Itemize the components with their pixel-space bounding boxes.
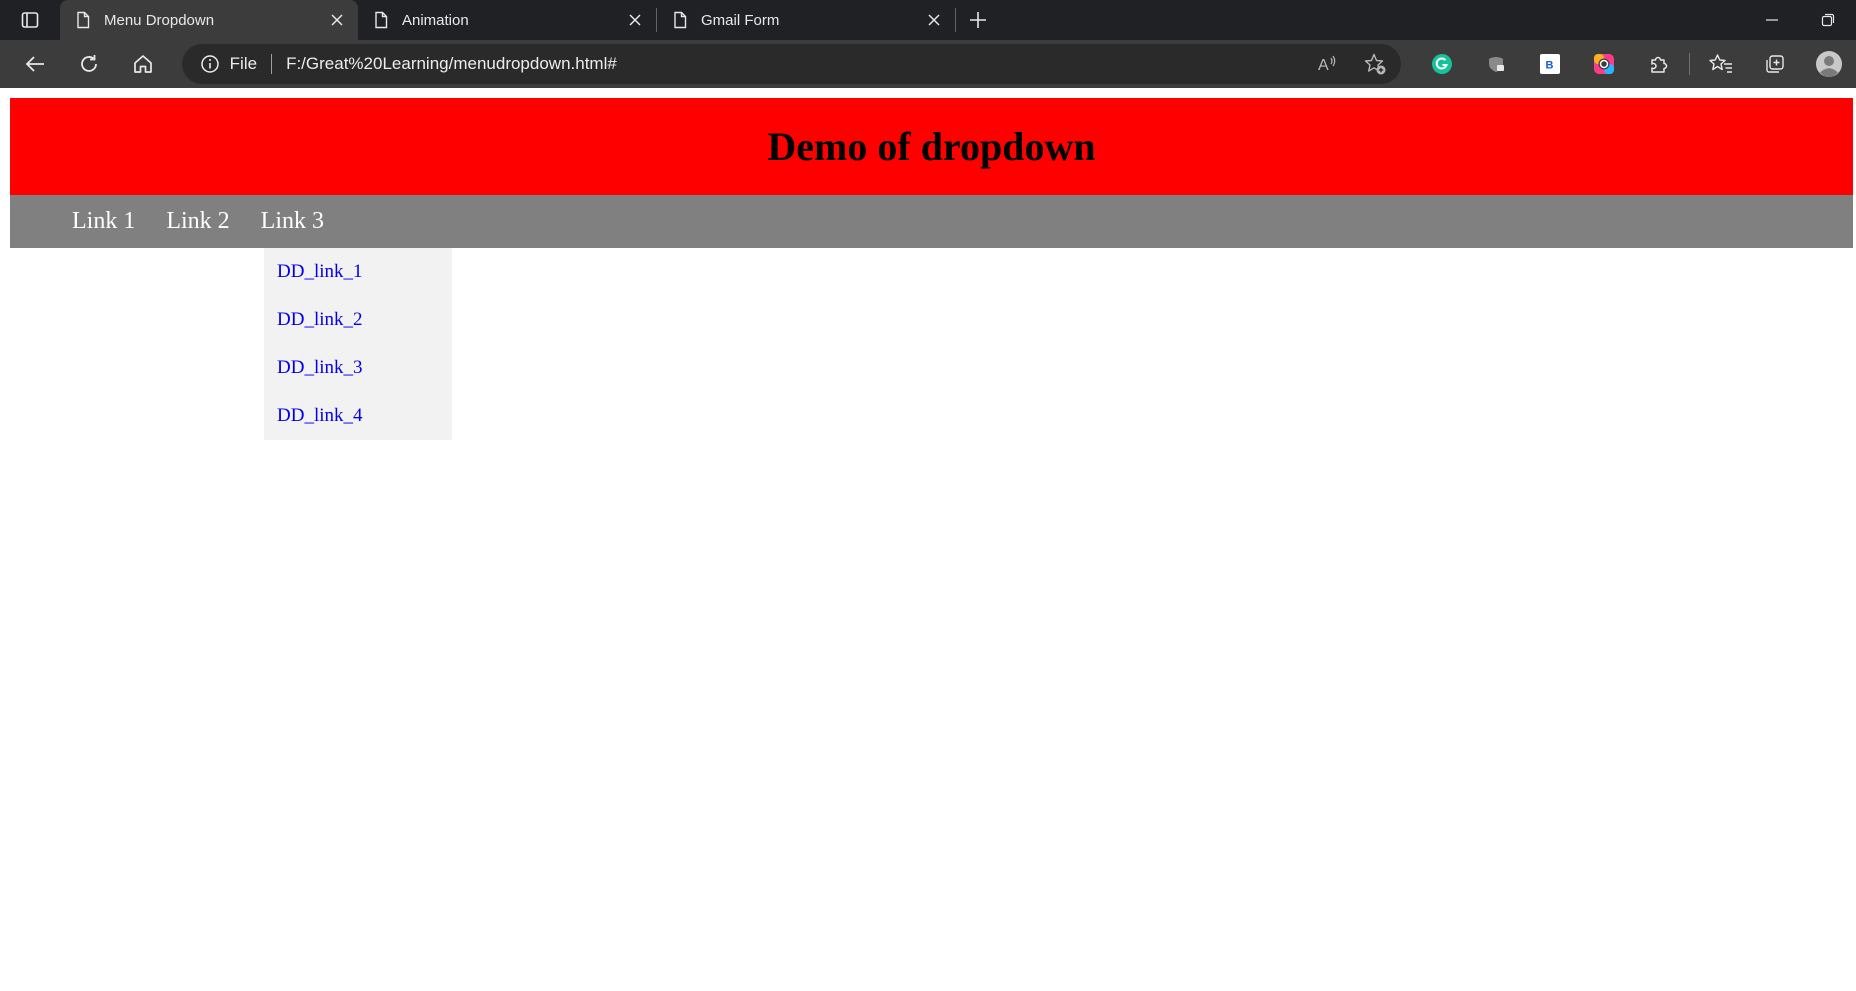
- close-tab-icon[interactable]: [626, 11, 644, 29]
- nav-link-2[interactable]: Link 2: [166, 208, 229, 235]
- dropdown-link-3[interactable]: DD_link_3: [264, 356, 452, 404]
- add-favorite-icon[interactable]: [1361, 50, 1389, 78]
- collections-button[interactable]: [1748, 44, 1802, 84]
- bitwarden-icon: B: [1539, 54, 1560, 74]
- back-arrow-icon: [25, 56, 44, 72]
- bitwarden-extension[interactable]: B: [1523, 44, 1577, 84]
- extensions-area: B: [1415, 44, 1856, 84]
- svg-text:B: B: [1545, 60, 1553, 72]
- close-tab-icon[interactable]: [328, 11, 346, 29]
- tab-animation[interactable]: Animation: [358, 0, 656, 40]
- page-icon: [375, 11, 388, 29]
- page-viewport: Demo of dropdown Link 1 Link 2 Link 3 DD…: [0, 88, 1856, 991]
- tab-title: Animation: [402, 11, 469, 29]
- restore-button[interactable]: [1800, 0, 1856, 40]
- dropdown-link-4[interactable]: DD_link_4: [264, 404, 452, 452]
- nav-link-1[interactable]: Link 1: [72, 208, 135, 235]
- minimize-icon: [1766, 19, 1778, 21]
- shield-extension-icon: [1488, 57, 1504, 72]
- extensions-button[interactable]: [1631, 44, 1685, 84]
- address-url[interactable]: F:/Great%20Learning/menudropdown.html#: [286, 54, 1293, 74]
- read-aloud-icon[interactable]: A: [1313, 50, 1341, 78]
- color-picker-icon: [1593, 54, 1614, 74]
- tab-strip: Menu Dropdown Animation Gmail Form: [0, 0, 1856, 40]
- tab-menu-dropdown[interactable]: Menu Dropdown: [60, 0, 358, 40]
- extensions-puzzle-icon: [1651, 56, 1668, 73]
- refresh-icon: [80, 55, 97, 72]
- dropdown-link-1[interactable]: DD_link_1: [264, 260, 452, 308]
- tab-gmail-form[interactable]: Gmail Form: [657, 0, 955, 40]
- site-header: Demo of dropdown: [10, 98, 1853, 195]
- nav-bar: Link 1 Link 2 Link 3: [10, 195, 1853, 248]
- grammarly-icon: [1431, 54, 1452, 74]
- browser-toolbar: File F:/Great%20Learning/menudropdown.ht…: [0, 40, 1856, 88]
- tab-actions-icon: [21, 12, 39, 28]
- address-scheme-label: File: [229, 54, 258, 73]
- tab-actions-button[interactable]: [0, 0, 60, 40]
- grammarly-extension[interactable]: [1415, 44, 1469, 84]
- dropdown-menu: DD_link_1 DD_link_2 DD_link_3 DD_link_4: [264, 248, 452, 440]
- restore-icon: [1821, 13, 1835, 27]
- tab-title: Gmail Form: [701, 11, 780, 29]
- profile-button[interactable]: [1802, 44, 1856, 84]
- shield-extension[interactable]: [1469, 44, 1523, 84]
- plus-icon: [970, 12, 986, 28]
- home-button[interactable]: [120, 44, 166, 84]
- profile-avatar: [1815, 51, 1842, 77]
- refresh-button[interactable]: [66, 44, 112, 84]
- dropdown-link-2[interactable]: DD_link_2: [264, 308, 452, 356]
- favorites-button[interactable]: [1694, 44, 1748, 84]
- page-icon: [77, 11, 90, 29]
- address-divider: [271, 54, 273, 74]
- page-icon: [674, 11, 687, 29]
- address-bar[interactable]: File F:/Great%20Learning/menudropdown.ht…: [181, 44, 1401, 84]
- collections-icon: [1766, 55, 1784, 73]
- home-icon: [133, 55, 152, 73]
- back-button[interactable]: [12, 44, 58, 84]
- nav-link-3[interactable]: Link 3: [261, 208, 324, 235]
- close-tab-icon[interactable]: [925, 11, 943, 29]
- window-controls: [1744, 0, 1856, 40]
- tab-title: Menu Dropdown: [104, 11, 215, 29]
- svg-text:A: A: [1318, 57, 1329, 74]
- new-tab-button[interactable]: [956, 0, 1000, 40]
- minimize-button[interactable]: [1744, 0, 1800, 40]
- favorites-icon: [1709, 54, 1732, 73]
- page-title: Demo of dropdown: [767, 124, 1096, 169]
- toolbar-divider: [1688, 53, 1690, 75]
- color-picker-extension[interactable]: [1577, 44, 1631, 84]
- info-icon[interactable]: [200, 54, 220, 74]
